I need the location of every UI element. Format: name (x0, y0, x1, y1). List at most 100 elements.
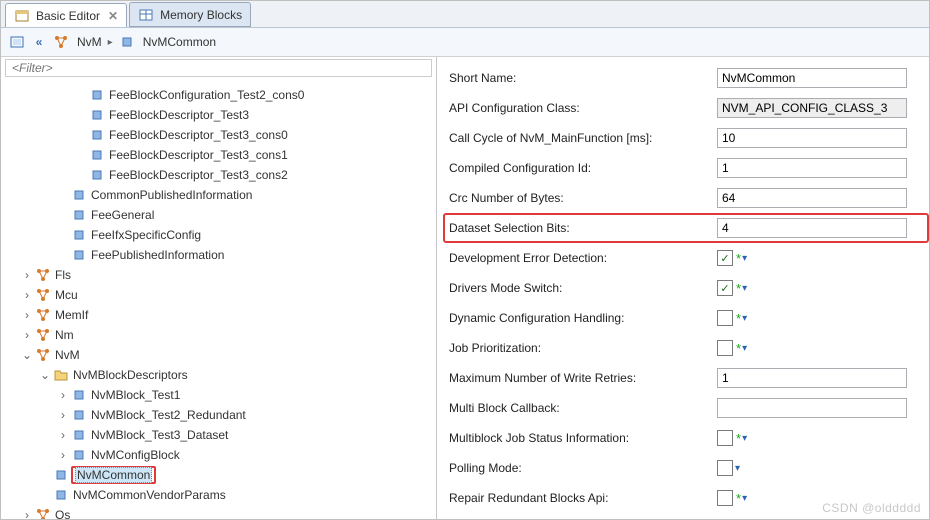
tree-item[interactable]: ›NvMBlock_Test3_Dataset (1, 425, 436, 445)
chevron-right-icon[interactable]: › (55, 408, 71, 422)
checkbox[interactable] (717, 310, 733, 326)
dropdown-icon[interactable]: ▾ (742, 283, 747, 294)
tree-item[interactable]: FeeBlockDescriptor_Test3_cons1 (1, 145, 436, 165)
chevron-right-icon[interactable]: › (55, 448, 71, 462)
property-value (717, 98, 929, 118)
module-icon (53, 34, 69, 50)
cube-icon (71, 427, 87, 443)
cube-icon (119, 34, 135, 50)
property-input[interactable] (717, 98, 907, 118)
checkbox[interactable] (717, 490, 733, 506)
cube-icon (71, 187, 87, 203)
tree-item[interactable]: FeeBlockDescriptor_Test3_cons2 (1, 165, 436, 185)
property-input[interactable] (717, 188, 907, 208)
property-input[interactable] (717, 398, 907, 418)
tree-item[interactable]: FeeIfxSpecificConfig (1, 225, 436, 245)
property-value: ▾ (717, 460, 929, 476)
tree-item[interactable]: › NvMBlock_Test2_Redundant (1, 405, 436, 425)
tab-memory-blocks[interactable]: Memory Blocks (129, 2, 251, 27)
tree-item-label: FeeBlockDescriptor_Test3_cons1 (107, 148, 290, 162)
table-icon (138, 7, 154, 23)
property-value (717, 368, 929, 388)
tree-item-label: FeePublishedInformation (89, 248, 226, 262)
tree-item[interactable]: NvMCommonVendorParams (1, 485, 436, 505)
checkbox[interactable] (717, 340, 733, 356)
property-row: Call Cycle of NvM_MainFunction [ms]: (449, 123, 929, 153)
dropdown-icon[interactable]: ▾ (742, 493, 747, 504)
tree-item[interactable]: ⌄NvM (1, 345, 436, 365)
tree-item[interactable]: CommonPublishedInformation (1, 185, 436, 205)
chevron-down-icon[interactable]: ⌄ (19, 348, 35, 362)
property-input[interactable] (717, 68, 907, 88)
tree-item[interactable]: NvMCommon (1, 465, 436, 485)
tree-item[interactable]: ›Nm (1, 325, 436, 345)
property-row: Polling Mode:▾ (449, 453, 929, 483)
property-label: Multi Block Callback: (449, 401, 709, 415)
property-label: Drivers Mode Switch: (449, 281, 709, 295)
tree-item[interactable]: ›Fls (1, 265, 436, 285)
checkbox[interactable] (717, 460, 733, 476)
chevron-right-icon[interactable]: › (55, 388, 71, 402)
tree-item-label: FeeBlockDescriptor_Test3_cons0 (107, 128, 290, 142)
checkbox[interactable] (717, 430, 733, 446)
tree-item[interactable]: ›MemIf (1, 305, 436, 325)
cube-icon (53, 487, 69, 503)
chevron-right-icon[interactable]: › (19, 268, 35, 282)
tree-item[interactable]: ›Mcu (1, 285, 436, 305)
tree-item[interactable]: FeeGeneral (1, 205, 436, 225)
property-label: Development Error Detection: (449, 251, 709, 265)
tree-item[interactable]: FeeBlockConfiguration_Test2_cons0 (1, 85, 436, 105)
checkbox[interactable]: ✓ (717, 280, 733, 296)
chevron-right-icon[interactable]: › (19, 288, 35, 302)
modified-star-icon: * (736, 341, 741, 356)
tree-item-label: NvMBlock_Test1 (89, 388, 182, 402)
fold-icon (53, 367, 69, 383)
tree-item[interactable]: ›NvMConfigBlock (1, 445, 436, 465)
tree-item[interactable]: FeeBlockDescriptor_Test3_cons0 (1, 125, 436, 145)
filter-container (1, 57, 436, 83)
back-icon[interactable]: « (31, 34, 47, 50)
property-row: Multiblock Job Status Information:*▾ (449, 423, 929, 453)
config-tree[interactable]: FeeBlockConfiguration_Test2_cons0 FeeBloc… (1, 83, 436, 519)
chevron-right-icon[interactable]: › (19, 508, 35, 519)
property-input[interactable] (717, 368, 907, 388)
property-row: Short Name: (449, 63, 929, 93)
mod-icon (35, 307, 51, 323)
chevron-right-icon[interactable]: › (19, 308, 35, 322)
tree-item[interactable]: ⌄NvMBlockDescriptors (1, 365, 436, 385)
breadcrumb-root[interactable]: NvM (77, 35, 102, 49)
home-icon[interactable] (9, 34, 25, 50)
property-label: Job Prioritization: (449, 341, 709, 355)
tree-item-label: NvMBlock_Test2_Redundant (89, 408, 248, 422)
dropdown-icon[interactable]: ▾ (742, 253, 747, 264)
chevron-right-icon[interactable]: › (19, 328, 35, 342)
tree-item-label: NvMCommon (75, 467, 152, 483)
dropdown-icon[interactable]: ▾ (742, 313, 747, 324)
tree-item-label: FeeIfxSpecificConfig (89, 228, 203, 242)
tree-item[interactable]: FeeBlockDescriptor_Test3 (1, 105, 436, 125)
dropdown-icon[interactable]: ▾ (742, 343, 747, 354)
chevron-down-icon[interactable]: ⌄ (37, 368, 53, 382)
close-icon[interactable]: ✕ (108, 9, 118, 23)
tab-basic-editor[interactable]: Basic Editor ✕ (5, 3, 127, 27)
property-input[interactable] (717, 128, 907, 148)
chevron-right-icon: ▸ (108, 37, 113, 48)
dropdown-icon[interactable]: ▾ (735, 463, 740, 474)
breadcrumb: NvM ▸ NvMCommon (53, 34, 216, 50)
tree-item[interactable]: FeePublishedInformation (1, 245, 436, 265)
dropdown-icon[interactable]: ▾ (742, 433, 747, 444)
tree-item[interactable]: ›Os (1, 505, 436, 519)
property-value: *▾ (717, 430, 929, 446)
tree-item-label: FeeGeneral (89, 208, 156, 222)
property-input[interactable] (717, 158, 907, 178)
cube-icon (71, 227, 87, 243)
filter-input[interactable] (5, 59, 432, 77)
property-input[interactable] (717, 218, 907, 238)
property-value (717, 128, 929, 148)
breadcrumb-leaf[interactable]: NvMCommon (143, 35, 216, 49)
editor-icon (14, 8, 30, 24)
tree-item-label: FeeBlockConfiguration_Test2_cons0 (107, 88, 306, 102)
chevron-right-icon[interactable]: › (55, 428, 71, 442)
tree-item[interactable]: › NvMBlock_Test1 (1, 385, 436, 405)
checkbox[interactable]: ✓ (717, 250, 733, 266)
